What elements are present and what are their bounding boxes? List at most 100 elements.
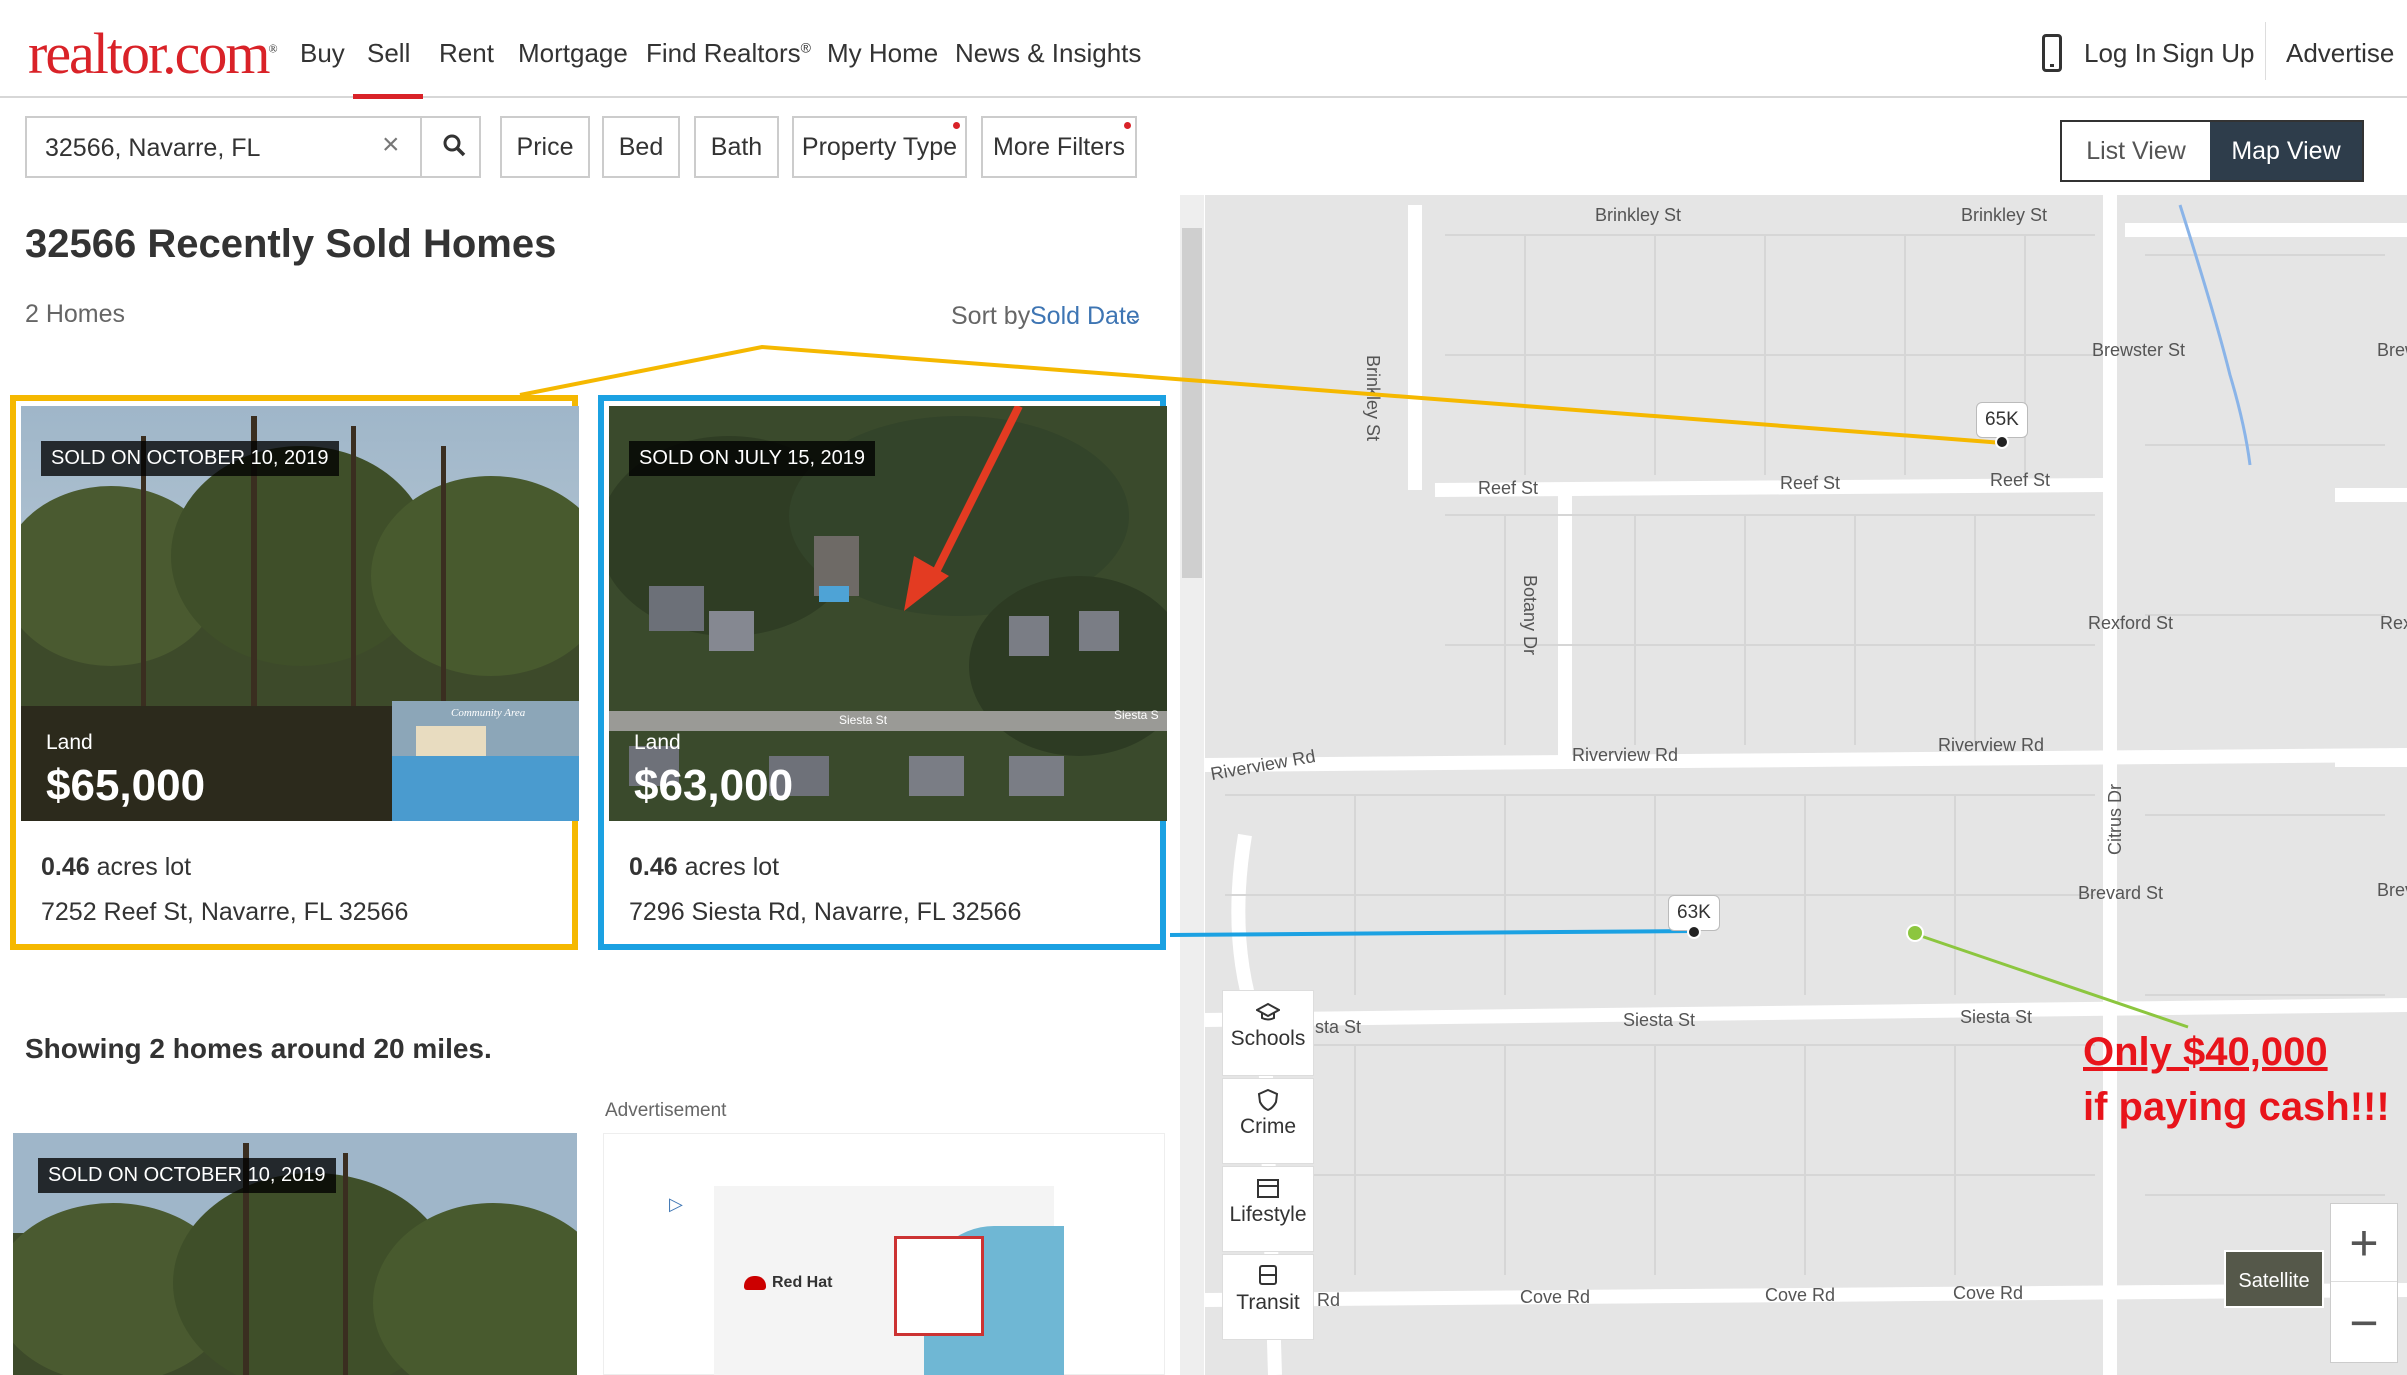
nav-buy[interactable]: Buy xyxy=(300,38,345,69)
view-toggle: List View Map View xyxy=(2060,120,2364,182)
map-price-pin[interactable]: 65K xyxy=(1976,402,2028,438)
satellite-toggle[interactable]: Satellite xyxy=(2224,1250,2324,1308)
showing-summary: Showing 2 homes around 20 miles. xyxy=(25,1033,492,1064)
search-divider xyxy=(420,118,422,176)
phone-icon[interactable] xyxy=(2042,34,2062,72)
results-count: 2 Homes xyxy=(25,300,126,328)
street-label: Cove Rd xyxy=(1520,1287,1591,1307)
street-label: Riverview Rd xyxy=(1572,745,1679,765)
bus-icon xyxy=(1259,1265,1277,1285)
more-filters-button[interactable]: More Filters xyxy=(981,116,1137,178)
nav-mortgage[interactable]: Mortgage xyxy=(518,38,628,69)
street-label: Rex xyxy=(2380,613,2407,633)
nav-rent[interactable]: Rent xyxy=(439,38,494,69)
street-label: sta St xyxy=(1315,1017,1362,1037)
street-label: Brinkley St xyxy=(1961,205,2048,225)
lifestyle-label: Lifestyle xyxy=(1229,1203,1307,1226)
map-view-button[interactable]: Map View xyxy=(2210,122,2362,180)
search-input[interactable]: 32566, Navarre, FL × xyxy=(25,116,481,178)
photo-street-label: Siesta S xyxy=(1114,708,1159,722)
street-label: Botany Dr xyxy=(1520,575,1540,656)
street-label: Cove Rd xyxy=(1765,1285,1836,1305)
listing-price: $65,000 xyxy=(46,761,206,810)
street-label: Reef St xyxy=(1478,478,1539,498)
ad-creative[interactable]: Red Hat xyxy=(714,1186,1064,1375)
street-label: Brevard St xyxy=(2078,883,2164,903)
listing-card-2[interactable]: Siesta St Siesta S SOLD ON JULY 15, 2019… xyxy=(598,395,1167,950)
street-label: Siesta St xyxy=(1960,1007,2033,1027)
crime-label: Crime xyxy=(1240,1115,1296,1138)
search-input-value[interactable]: 32566, Navarre, FL xyxy=(45,134,260,163)
nav-active-indicator xyxy=(353,94,423,99)
map-pin-marker[interactable] xyxy=(1995,435,2009,449)
listing-photo[interactable]: Community Area SOLD ON OCTOBER 10, 2019 … xyxy=(21,406,579,821)
street-label: Siesta St xyxy=(1623,1010,1696,1030)
page-title: 32566 Recently Sold Homes xyxy=(25,222,557,266)
zoom-out-button[interactable]: − xyxy=(2331,1284,2397,1362)
street-label: Brinkley St xyxy=(1363,355,1383,442)
sold-date-badge: SOLD ON OCTOBER 10, 2019 xyxy=(38,1158,336,1193)
lot-size: 0.46 acres lot xyxy=(629,853,780,881)
more-filters-active-dot xyxy=(1124,122,1131,129)
listing-photo[interactable]: Siesta St Siesta S SOLD ON JULY 15, 2019… xyxy=(609,406,1167,821)
photo-street-label: Siesta St xyxy=(839,713,888,727)
realtor-logo[interactable]: realtor.com® xyxy=(28,20,278,87)
search-icon[interactable] xyxy=(442,133,466,157)
graduation-cap-icon xyxy=(1256,1002,1280,1021)
nav-my-home[interactable]: My Home xyxy=(827,38,938,69)
property-type-filter-button[interactable]: Property Type xyxy=(792,116,967,178)
zoom-in-button[interactable]: + xyxy=(2331,1204,2397,1282)
listing-price: $63,000 xyxy=(634,761,794,810)
street-label: Cove Rd xyxy=(1953,1283,2024,1303)
nav-sell[interactable]: Sell xyxy=(367,38,410,69)
signup-link[interactable]: Sign Up xyxy=(2162,38,2255,69)
ad-choices-icon[interactable]: ▷ xyxy=(669,1194,683,1215)
header-divider xyxy=(2265,22,2266,80)
street-label: Citrus Dr xyxy=(2105,784,2125,855)
transit-label: Transit xyxy=(1236,1291,1300,1314)
price-filter-button[interactable]: Price xyxy=(500,116,590,178)
street-label: Brew xyxy=(2377,340,2407,360)
sold-date-badge: SOLD ON OCTOBER 10, 2019 xyxy=(41,441,339,476)
bed-filter-button[interactable]: Bed xyxy=(602,116,680,178)
transit-button[interactable]: Transit xyxy=(1222,1254,1314,1340)
listing-card-3[interactable]: SOLD ON OCTOBER 10, 2019 xyxy=(13,1133,577,1375)
chevron-down-icon[interactable]: ⌄ xyxy=(1128,307,1143,328)
clear-icon[interactable]: × xyxy=(382,128,400,162)
annotation-price: Only $40,000 xyxy=(2083,1030,2328,1074)
nav-news-insights[interactable]: News & Insights xyxy=(955,38,1141,69)
listing-address[interactable]: 7296 Siesta Rd, Navarre, FL 32566 xyxy=(629,898,1021,927)
sort-label: Sort by xyxy=(951,302,1031,330)
bath-filter-button[interactable]: Bath xyxy=(694,116,779,178)
listing-card-1[interactable]: Community Area SOLD ON OCTOBER 10, 2019 … xyxy=(10,395,579,950)
advertise-link[interactable]: Advertise xyxy=(2286,38,2394,69)
lifestyle-button[interactable]: Lifestyle xyxy=(1222,1166,1314,1252)
top-header: realtor.com® Buy Sell Rent Mortgage Find… xyxy=(0,4,2407,99)
zoom-controls: + − xyxy=(2330,1203,2398,1363)
login-link[interactable]: Log In xyxy=(2084,38,2156,69)
street-label: Rd xyxy=(1317,1290,1341,1310)
sort-dropdown[interactable]: Sold Date xyxy=(1030,302,1140,331)
schools-button[interactable]: Schools xyxy=(1222,990,1314,1076)
map-canvas[interactable]: Brinkley St Brinkley St Brinkley St Brew… xyxy=(1205,195,2407,1375)
schools-label: Schools xyxy=(1230,1027,1306,1050)
street-label: Rexford St xyxy=(2088,613,2174,633)
nav-find-realtors[interactable]: Find Realtors® xyxy=(646,38,811,69)
street-grid xyxy=(1205,195,2407,1375)
shield-icon xyxy=(1257,1089,1279,1111)
list-view-button[interactable]: List View xyxy=(2062,122,2210,180)
property-type-label: Land xyxy=(634,731,681,754)
advertisement-box[interactable]: ▷ Red Hat xyxy=(603,1133,1165,1375)
lot-size: 0.46 acres lot xyxy=(41,853,192,881)
listing-photo[interactable]: SOLD ON OCTOBER 10, 2019 xyxy=(13,1133,577,1375)
scrollbar-thumb[interactable] xyxy=(1182,228,1202,578)
listing-address[interactable]: 7252 Reef St, Navarre, FL 32566 xyxy=(41,898,408,927)
sold-date-badge: SOLD ON JULY 15, 2019 xyxy=(629,441,876,476)
annotation-cash: if paying cash!!! xyxy=(2083,1085,2390,1129)
map-pin-marker[interactable] xyxy=(1687,925,1701,939)
street-label: Brev xyxy=(2377,880,2407,900)
street-label: Riverview Rd xyxy=(1938,735,2045,755)
street-label: Brinkley St xyxy=(1595,205,1682,225)
redhat-logo-icon xyxy=(744,1276,766,1290)
crime-button[interactable]: Crime xyxy=(1222,1078,1314,1164)
